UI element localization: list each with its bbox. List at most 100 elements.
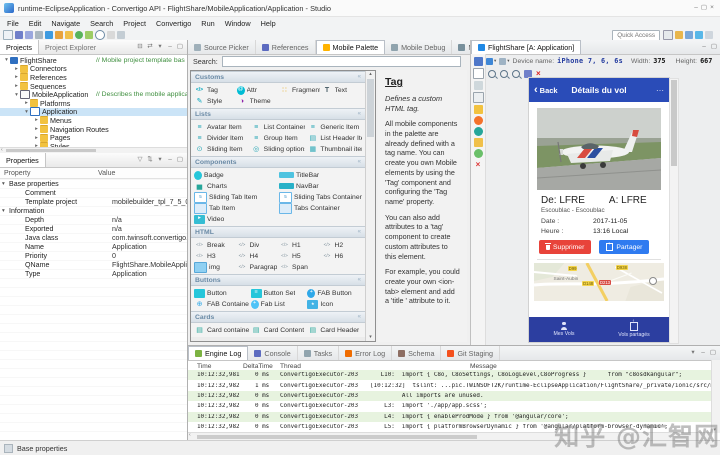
device-menu-icon[interactable]: ▾ xyxy=(486,57,496,65)
filter-icon[interactable] xyxy=(136,157,144,164)
expander-icon[interactable]: ▾ xyxy=(23,109,30,115)
editor-area-icon[interactable] xyxy=(663,30,673,40)
palette-item[interactable]: Tabs Container xyxy=(279,202,362,214)
palette-item[interactable]: Video xyxy=(194,214,277,224)
palette-item[interactable]: Fab List xyxy=(250,299,306,309)
palette-search-input[interactable] xyxy=(221,55,461,67)
engine-icon[interactable] xyxy=(45,31,53,39)
log-tab[interactable]: Console xyxy=(248,346,298,360)
menu-item[interactable]: Navigate xyxy=(46,19,85,28)
scroll-down-icon[interactable]: ▾ xyxy=(366,334,375,341)
mail-icon[interactable] xyxy=(472,92,484,103)
log-row[interactable]: 10:12:32,982 1 ms ConvertigoExecutor-203… xyxy=(188,380,712,390)
property-value[interactable]: n/a xyxy=(112,225,187,233)
editor-tab[interactable]: Mobile Debug xyxy=(385,40,453,54)
column-header[interactable]: Time xyxy=(188,363,243,370)
property-value[interactable]: n/a xyxy=(112,216,187,224)
menu-item[interactable]: Convertigo xyxy=(151,19,196,28)
palette-section-header[interactable]: Customs « xyxy=(191,71,365,83)
editor-tab[interactable]: Source Picker xyxy=(188,40,256,54)
share-flight-button[interactable]: Partager xyxy=(599,240,650,254)
palette-item[interactable]: List Header Item xyxy=(307,133,362,143)
palette-item[interactable]: Button xyxy=(194,288,249,298)
expander-icon[interactable]: ▾ xyxy=(13,92,20,98)
log-vscrollbar[interactable]: ▾ xyxy=(711,360,720,433)
palette-item[interactable]: Card container xyxy=(194,325,249,335)
orientation-menu-icon[interactable]: ▾ xyxy=(499,57,510,65)
expander-icon[interactable]: ▸ xyxy=(13,66,20,72)
tree-item[interactable]: ▸ Platforms xyxy=(0,99,187,108)
menu-item[interactable]: Edit xyxy=(24,19,47,28)
view-tab[interactable]: Properties xyxy=(0,153,46,167)
column-header[interactable]: Thread xyxy=(280,363,370,370)
log-tab[interactable]: Schema xyxy=(392,346,442,360)
sort-icon[interactable] xyxy=(146,157,154,164)
palette-item[interactable]: Avatar Item xyxy=(194,122,249,132)
palette-item[interactable]: Tab Item xyxy=(194,202,277,214)
log-tab[interactable]: Git Staging xyxy=(441,346,501,360)
save-icon[interactable] xyxy=(524,69,532,78)
scroll-left-icon[interactable]: ‹ xyxy=(188,432,191,438)
palette-item[interactable]: Paragraph xyxy=(237,262,278,272)
tree-item[interactable]: ▸ Pages xyxy=(0,133,187,142)
editor-tab[interactable]: Mobile Picker xyxy=(452,40,470,54)
view-tab[interactable]: Projects xyxy=(0,40,39,54)
zoom-out-icon[interactable] xyxy=(488,69,496,78)
preview-scrollbar[interactable] xyxy=(669,78,679,344)
log-row[interactable]: 10:12:32,982 0 ms ConvertigoExecutor-203… xyxy=(188,390,712,402)
tree-item[interactable]: ▸ Navigation Routes xyxy=(0,125,187,134)
section-collapse-icon[interactable]: « xyxy=(358,229,361,235)
editor-tab[interactable]: Mobile Palette xyxy=(315,40,386,54)
phone-tab[interactable]: Mes Vols xyxy=(529,317,599,342)
expander-icon[interactable]: ▸ xyxy=(33,135,40,141)
palette-item[interactable]: Button Set xyxy=(250,288,306,298)
expander-icon[interactable]: ▸ xyxy=(13,83,20,89)
property-row[interactable]: Name Application xyxy=(0,242,187,251)
tree-item[interactable]: ▸ Connectors xyxy=(0,64,187,73)
scroll-down-icon[interactable]: ▾ xyxy=(714,427,717,433)
palette-item[interactable]: Card Header xyxy=(307,325,362,335)
palette-item[interactable]: Sliding Tab Item xyxy=(194,191,277,203)
palette-item[interactable]: Attr xyxy=(236,85,278,95)
property-row[interactable]: Template project mobilebuilder_tpl_7_5_0 xyxy=(0,197,187,206)
java-perspective-icon[interactable] xyxy=(675,31,683,39)
menu-item[interactable]: Project xyxy=(118,19,151,28)
property-row[interactable]: Comment xyxy=(0,188,187,197)
menu-item[interactable]: Window xyxy=(220,19,256,28)
property-value[interactable]: 0 xyxy=(112,252,187,260)
palette-section-header[interactable]: Buttons « xyxy=(191,274,365,286)
palette-item[interactable]: TitleBar xyxy=(279,170,362,180)
palette-item[interactable]: Divider Item xyxy=(194,133,249,143)
back-button[interactable]: ‹ Back xyxy=(534,84,558,95)
palette-item[interactable]: Thumbnail item xyxy=(307,144,362,154)
page-icon[interactable] xyxy=(472,68,484,79)
palette-section-header[interactable]: Components « xyxy=(191,156,365,168)
minimize-icon[interactable] xyxy=(699,350,707,357)
resource-perspective-icon[interactable] xyxy=(705,31,713,39)
compass-icon[interactable] xyxy=(649,276,657,285)
minimize-icon[interactable] xyxy=(166,157,174,164)
property-row[interactable]: ▾ Base properties xyxy=(0,179,187,188)
palette-item[interactable]: FAB Container xyxy=(194,299,249,309)
run-icon[interactable] xyxy=(75,31,83,39)
save-icon[interactable] xyxy=(15,31,23,39)
save-all-icon[interactable] xyxy=(25,31,33,39)
column-header[interactable]: Message xyxy=(370,363,720,370)
palette-item[interactable]: Group Item xyxy=(251,133,306,143)
grid-icon[interactable] xyxy=(473,57,483,66)
palette-item[interactable]: H6 xyxy=(322,251,363,261)
test-platform-icon[interactable] xyxy=(55,31,63,39)
palette-item[interactable]: Sliding options xyxy=(251,144,306,154)
tree-item[interactable]: ▾ Application xyxy=(0,107,187,117)
log-tab[interactable]: Error Log xyxy=(339,346,393,360)
package-icon[interactable] xyxy=(473,127,483,136)
menu-item[interactable]: Run xyxy=(196,19,219,28)
palette-item[interactable]: Icon xyxy=(307,299,362,309)
palette-item[interactable]: H5 xyxy=(279,251,320,261)
palette-item[interactable]: Sliding Item xyxy=(194,144,249,154)
property-row[interactable]: Java class com.twinsoft.convertigo.beans… xyxy=(0,233,187,242)
maximize-icon[interactable] xyxy=(176,157,184,164)
tree-item[interactable]: ▸ References xyxy=(0,73,187,82)
menu-item[interactable]: File xyxy=(2,19,24,28)
palette-item[interactable]: FAB Button xyxy=(307,288,362,298)
